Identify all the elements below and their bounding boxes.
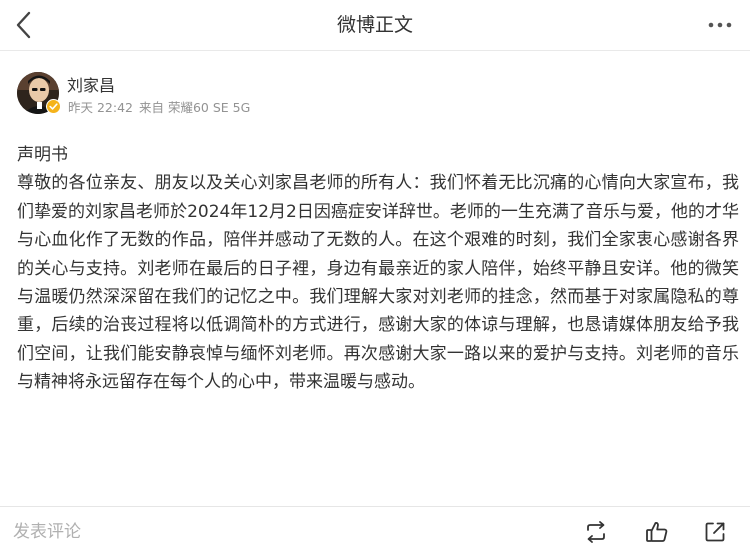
repost-icon — [587, 521, 605, 543]
repost-button[interactable] — [583, 519, 609, 545]
bottom-action-bar: 发表评论 — [0, 506, 750, 559]
post-time: 昨天 22:42 — [68, 100, 133, 115]
author-name[interactable]: 刘家昌 — [67, 75, 115, 97]
post-content: 声明书 尊敬的各位亲友、朋友以及关心刘家昌老师的所有人：我们怀着无比沉痛的心情向… — [17, 141, 739, 397]
page-title: 微博正文 — [336, 14, 413, 36]
like-button[interactable] — [644, 519, 670, 545]
post-meta: 昨天 22:42 来自 荣耀60 SE 5G — [68, 99, 252, 117]
like-icon — [646, 522, 668, 542]
more-horizontal-icon — [708, 22, 732, 28]
comment-input[interactable]: 发表评论 — [13, 519, 81, 545]
share-button[interactable] — [702, 519, 728, 545]
post-body: 尊敬的各位亲友、朋友以及关心刘家昌老师的所有人：我们怀着无比沉痛的心情向大家宣布… — [17, 173, 739, 393]
verified-badge-icon — [46, 99, 61, 114]
top-navigation-bar: 微博正文 — [0, 0, 750, 51]
share-icon — [705, 522, 725, 542]
post-heading: 声明书 — [17, 145, 68, 165]
post-source: 来自 荣耀60 SE 5G — [138, 100, 251, 115]
author-header: 刘家昌 昨天 22:42 来自 荣耀60 SE 5G — [17, 64, 737, 124]
more-button[interactable] — [702, 10, 738, 40]
